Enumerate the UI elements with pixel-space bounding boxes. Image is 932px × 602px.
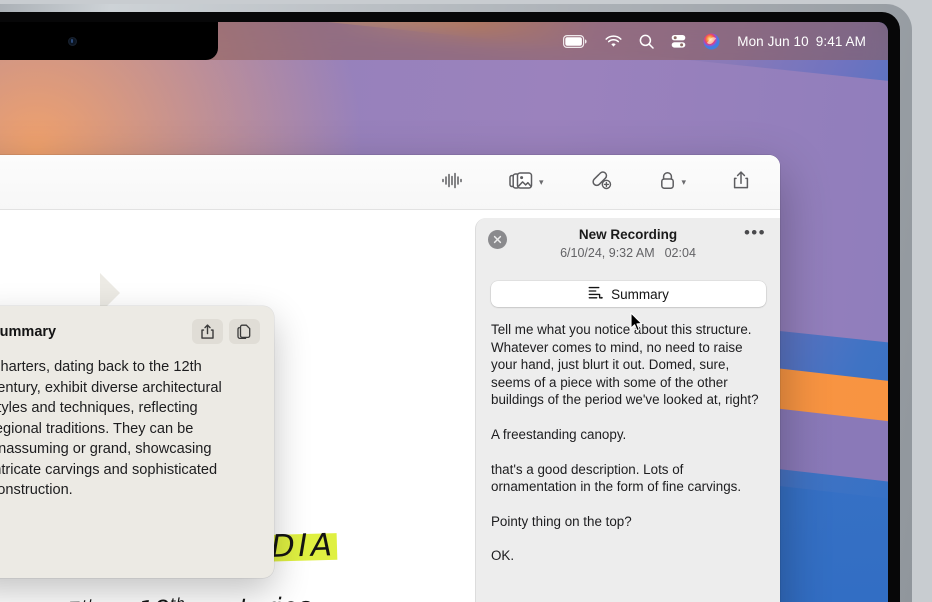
chevron-down-icon: ▾: [681, 177, 686, 187]
summarize-icon: [588, 286, 604, 303]
note-subheading-pre: 15: [50, 597, 82, 602]
mouse-cursor: [630, 312, 644, 337]
summary-popover: Summary: [0, 306, 274, 578]
note-subheading-post: centuries: [185, 592, 312, 602]
share-icon: [732, 170, 750, 195]
wifi-icon[interactable]: [605, 22, 622, 60]
display-notch: [0, 22, 218, 60]
popover-copy-button[interactable]: [229, 319, 260, 344]
recording-header: New Recording 6/10/24, 9:32 AM 02:04 •••: [476, 218, 780, 280]
notes-toolbar: ▾ ▾: [0, 155, 780, 210]
transcript-paragraph: Tell me what you notice about this struc…: [491, 322, 759, 408]
chevron-down-icon: ▾: [538, 177, 544, 187]
transcript[interactable]: Tell me what you notice about this struc…: [491, 321, 764, 582]
recording-title: New Recording: [578, 227, 678, 242]
battery-icon[interactable]: [563, 22, 588, 60]
note-subheading: 15th — 18th centuries: [50, 592, 311, 602]
screen: Mon Jun 10 9:41 AM ▾ ▾ INDIA New Recordi…: [0, 22, 888, 602]
lock-button[interactable]: ▾: [649, 166, 696, 200]
toolbar-right-group: ▾ ▾: [431, 155, 760, 210]
link-add-icon: [589, 170, 613, 195]
notes-window: ▾ ▾ INDIA New Recording 6/10/24, 9:32 AM…: [0, 155, 780, 602]
note-subheading-sup1: th: [81, 598, 97, 602]
transcript-paragraph: Pointy thing on the top?: [491, 513, 632, 529]
audio-waveform-button[interactable]: [431, 167, 473, 199]
control-center-icon[interactable]: [671, 22, 686, 60]
camera-icon: [68, 37, 77, 46]
note-subheading-mid: — 18: [97, 595, 170, 602]
popover-actions: [192, 319, 260, 344]
media-icon: [509, 171, 534, 195]
share-icon: [201, 324, 214, 339]
menu-bar-date: Mon Jun 10: [737, 33, 809, 49]
share-button[interactable]: [722, 165, 760, 200]
media-button[interactable]: ▾: [499, 166, 554, 200]
summary-button[interactable]: Summary: [491, 281, 766, 307]
laptop-device: Mon Jun 10 9:41 AM ▾ ▾ INDIA New Recordi…: [0, 0, 932, 602]
recording-duration: 02:04: [664, 246, 696, 260]
transcript-paragraph: A freestanding canopy.: [491, 426, 627, 442]
copy-icon: [236, 324, 250, 340]
menu-bar-time: 9:41 AM: [815, 33, 866, 49]
transcript-paragraph: that's a good description. Lots of ornam…: [491, 461, 742, 495]
popover-header: Summary: [0, 306, 274, 344]
recording-date: 6/10/24, 9:32 AM: [560, 246, 655, 260]
popover-share-button[interactable]: [192, 319, 223, 344]
popover-title: Summary: [0, 323, 57, 340]
search-icon[interactable]: [639, 22, 654, 60]
recording-panel: New Recording 6/10/24, 9:32 AM 02:04 •••: [475, 218, 780, 602]
menu-bar-clock[interactable]: Mon Jun 10 9:41 AM: [737, 22, 866, 60]
note-subheading-sup2: th: [170, 596, 186, 602]
link-add-button[interactable]: [579, 166, 623, 200]
transcript-paragraph: OK.: [491, 548, 515, 564]
summary-button-label: Summary: [611, 286, 669, 302]
siri-icon[interactable]: [703, 22, 720, 60]
audio-waveform-icon: [441, 172, 463, 194]
recording-meta: 6/10/24, 9:32 AM 02:04: [476, 246, 780, 260]
more-options-button[interactable]: •••: [744, 224, 766, 241]
popover-body: Charters, dating back to the 12th centur…: [0, 359, 222, 498]
lock-icon: [659, 171, 676, 195]
